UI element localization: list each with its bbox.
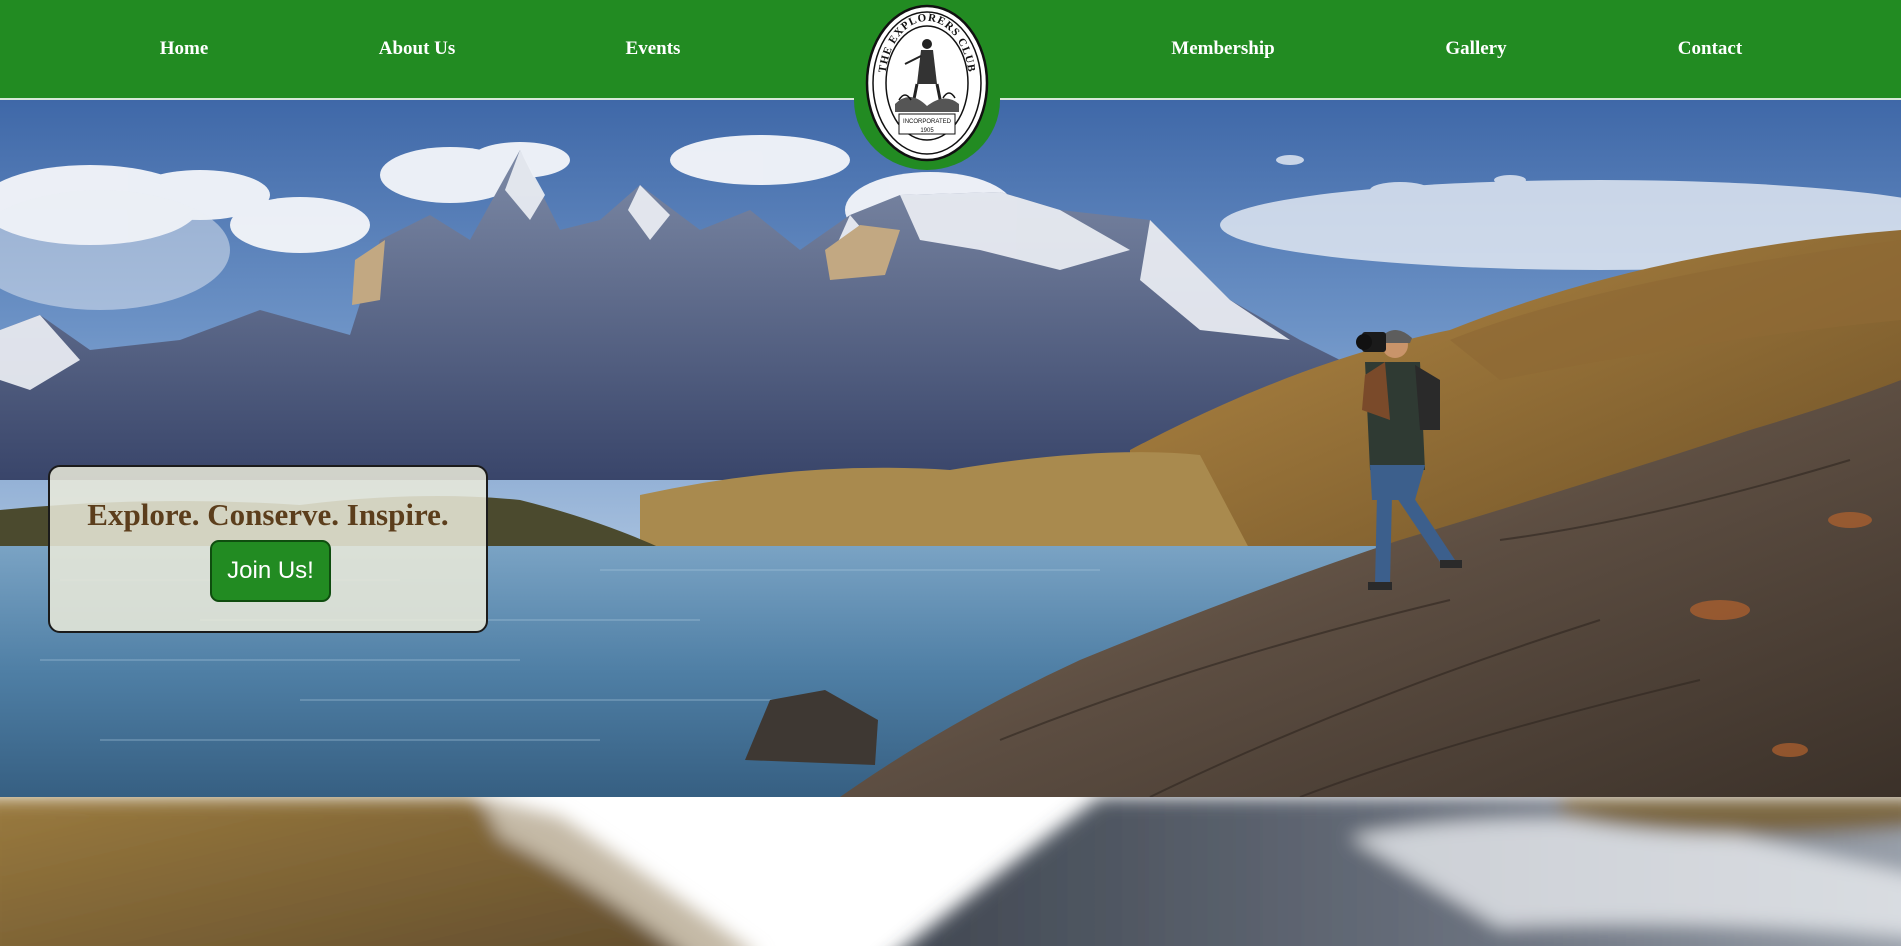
logo-inner-text: INCORPORATED <box>903 119 952 125</box>
nav-link-gallery[interactable]: Gallery <box>1445 38 1506 60</box>
nav-link-home[interactable]: Home <box>160 38 209 60</box>
logo-year-text: 1905 <box>920 128 934 134</box>
hero-call-to-action-card: Explore. Conserve. Inspire. Join Us! <box>48 465 488 633</box>
secondary-banner-image <box>0 797 1901 946</box>
club-logo[interactable]: THE EXPLORERS CLUB INCORPORATED 1905 <box>854 0 1000 170</box>
nav-link-membership[interactable]: Membership <box>1171 38 1274 60</box>
nav-link-about-us[interactable]: About Us <box>379 38 456 60</box>
explorers-club-seal-icon: THE EXPLORERS CLUB INCORPORATED 1905 <box>865 4 989 162</box>
join-us-button[interactable]: Join Us! <box>210 540 331 602</box>
nav-link-contact[interactable]: Contact <box>1678 38 1742 60</box>
hero-landscape-image <box>0 100 1901 797</box>
hero-banner: Explore. Conserve. Inspire. Join Us! <box>0 100 1901 797</box>
nav-link-events[interactable]: Events <box>626 38 681 60</box>
hero-tagline: Explore. Conserve. Inspire. <box>87 497 449 532</box>
blurred-mountain-image <box>0 797 1901 946</box>
